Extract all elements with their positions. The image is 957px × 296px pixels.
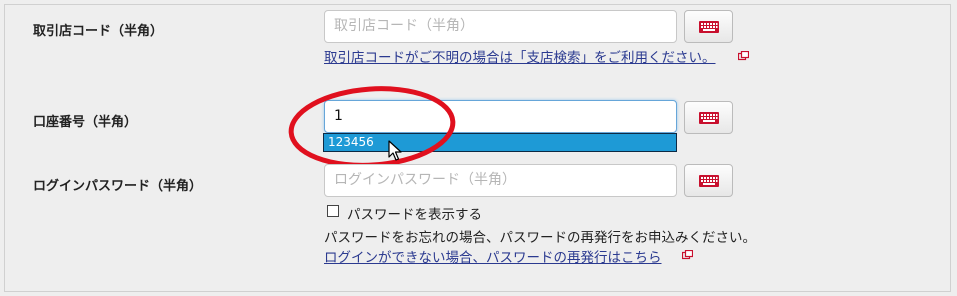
- account-number-label: 口座番号（半角）: [33, 115, 138, 130]
- password-label: ログインパスワード（半角）: [33, 179, 203, 194]
- password-reissue-link[interactable]: ログインができない場合、パスワードの再発行はこちら: [324, 246, 662, 266]
- software-keyboard-icon: [698, 20, 719, 33]
- branch-code-input[interactable]: 取引店コード（半角）: [324, 10, 677, 43]
- software-keyboard-icon: [698, 174, 719, 187]
- show-password-label[interactable]: パスワードを表示する: [347, 203, 482, 223]
- branch-keyboard-button[interactable]: [684, 10, 733, 43]
- external-window-icon: [682, 250, 693, 260]
- annotation-circle: [288, 86, 456, 168]
- forgot-password-text: パスワードをお忘れの場合、パスワードの再発行をお申込みください。: [324, 230, 756, 246]
- external-window-icon: [738, 51, 749, 61]
- account-keyboard-button[interactable]: [684, 101, 733, 134]
- password-input[interactable]: ログインパスワード（半角）: [324, 164, 677, 197]
- branch-code-label: 取引店コード（半角）: [33, 24, 164, 39]
- branch-search-link[interactable]: 取引店コードがご不明の場合は「支店検索」をご利用ください。: [324, 46, 716, 66]
- mouse-cursor-icon: [388, 140, 402, 161]
- password-keyboard-button[interactable]: [684, 164, 733, 197]
- show-password-checkbox[interactable]: [327, 205, 339, 217]
- software-keyboard-icon: [698, 111, 719, 124]
